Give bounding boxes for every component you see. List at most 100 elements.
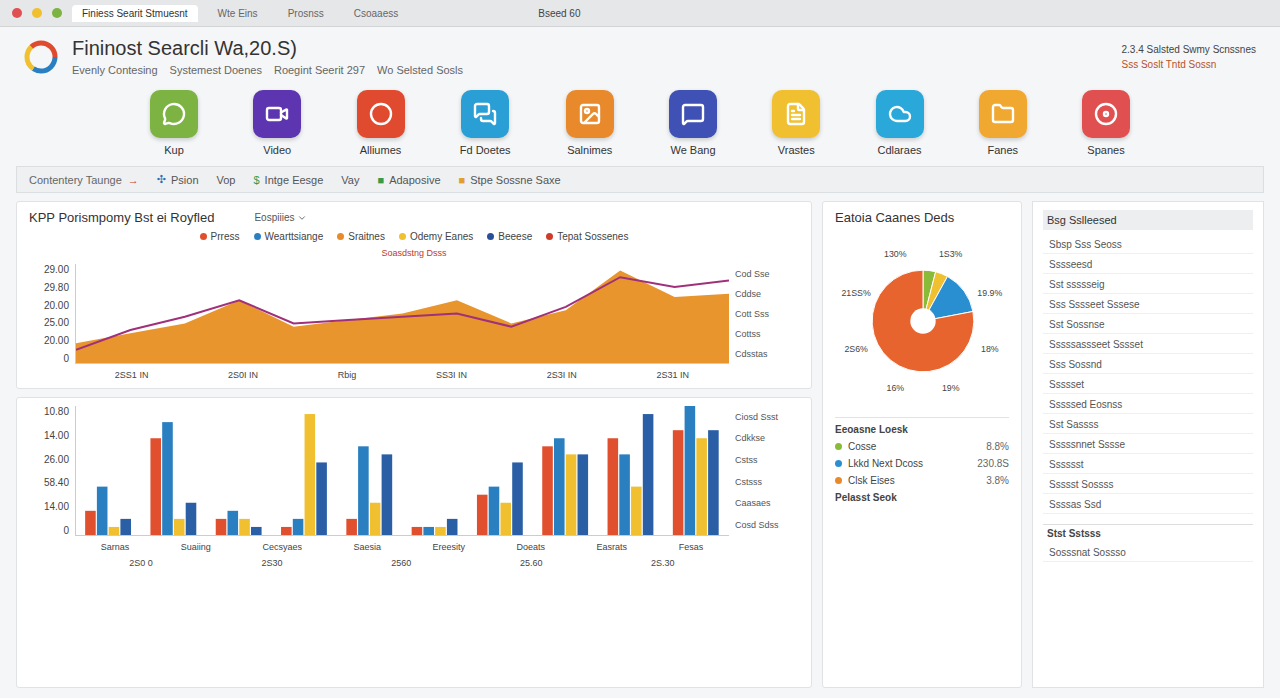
pie-label: 16% xyxy=(887,383,905,393)
browser-tab[interactable]: Finiess Searit Stmuesnt xyxy=(72,5,198,22)
sidebar-item[interactable]: Sbsp Sss Seoss xyxy=(1043,236,1253,254)
app-tile[interactable]: Alliumes xyxy=(357,90,405,156)
sidebar-item[interactable]: Sssssed Eosnss xyxy=(1043,396,1253,414)
bar xyxy=(489,487,500,535)
sidebar-item[interactable]: Ssssset xyxy=(1043,376,1253,394)
chart-title: KPP Porismpomy Bst ei Royfled xyxy=(29,210,214,225)
sidebar-item[interactable]: Sssseesd xyxy=(1043,256,1253,274)
chart-legend: PrressWearttsiangeSraitnesOdemy EanesBee… xyxy=(29,231,799,242)
app-icon xyxy=(888,102,912,126)
app-tile[interactable]: Vrastes xyxy=(772,90,820,156)
bar xyxy=(281,527,292,535)
pie-chart: 1S3%19.9%18%19%16%2S6%21SS%130% xyxy=(835,231,1011,411)
pie-label: 21SS% xyxy=(841,288,871,298)
close-icon[interactable] xyxy=(12,8,22,18)
bar xyxy=(97,487,108,535)
app-tile[interactable]: Kup xyxy=(150,90,198,156)
legend-row: Lkkd Next Dcoss230.8S xyxy=(835,458,1009,469)
pie-label: 18% xyxy=(981,344,999,354)
sidebar-item[interactable]: Sosssnat Sossso xyxy=(1043,544,1253,562)
window-title: Bseed 60 xyxy=(538,8,580,19)
app-icon xyxy=(784,102,808,126)
app-tile[interactable]: Spanes xyxy=(1082,90,1130,156)
sidebar-item[interactable]: Sst ssssseig xyxy=(1043,276,1253,294)
app-title: Fininost Searcli Wa,20.S) xyxy=(72,37,463,60)
pie-legend: Eeoasne LoeskCosse8.8%Lkkd Next Dcoss230… xyxy=(835,417,1009,503)
bar xyxy=(435,527,446,535)
sidebar-item[interactable]: Sss Sssseet Sssese xyxy=(1043,296,1253,314)
browser-tab[interactable]: Csoaaess xyxy=(344,5,408,22)
pie-label: 2S6% xyxy=(844,344,868,354)
apps-row: Kup Video Alliumes Fd Doetes Salnimes We Bang… xyxy=(0,82,1280,166)
legend-item: Tepat Sossenes xyxy=(546,231,628,242)
breadcrumb[interactable]: Systemest Doenes xyxy=(170,64,262,76)
sidebar-item[interactable]: Ssssst Sossss xyxy=(1043,476,1253,494)
pie-title: Eatoia Caanes Deds xyxy=(835,210,1009,225)
dashboard-page: Finiess Searit Stmuesnt Wte Eins Prosnss Cs… xyxy=(0,0,1280,698)
app-tile[interactable]: Salnimes xyxy=(566,90,614,156)
pie-slice xyxy=(872,270,974,372)
app-tile[interactable]: Fanes xyxy=(979,90,1027,156)
logo-icon xyxy=(24,40,58,74)
bar xyxy=(316,462,327,535)
filter-dropdown[interactable]: Eospiiies xyxy=(254,212,307,223)
minimize-icon[interactable] xyxy=(32,8,42,18)
bar xyxy=(305,414,316,535)
pie-label: 130% xyxy=(884,249,907,259)
bar xyxy=(578,454,589,535)
bar xyxy=(370,503,381,535)
app-tile[interactable]: We Bang xyxy=(669,90,717,156)
bar xyxy=(554,438,565,535)
toolbar-item[interactable]: Vay xyxy=(341,174,359,186)
app-icon xyxy=(578,102,602,126)
app-tile[interactable]: Video xyxy=(253,90,301,156)
sidebar-section: Stst Sstsss xyxy=(1043,524,1253,542)
legend-row: Cosse8.8% xyxy=(835,441,1009,452)
bar xyxy=(673,430,684,535)
plot-area xyxy=(75,264,729,364)
app-icon xyxy=(473,102,497,126)
plot-area xyxy=(75,406,729,536)
sidebar-item[interactable]: Sst Sassss xyxy=(1043,416,1253,434)
breadcrumb[interactable]: Roegint Seerit 297 xyxy=(274,64,365,76)
sidebar-item[interactable]: Ssssas Ssd xyxy=(1043,496,1253,514)
bar xyxy=(216,519,227,535)
bar-chart xyxy=(76,406,729,535)
bar xyxy=(423,527,434,535)
side-labels: Cod SseCddseCott SssCottssCdsstas xyxy=(735,264,799,364)
legend-item: Sraitnes xyxy=(337,231,385,242)
bar xyxy=(186,503,197,535)
sidebar-item[interactable]: Sst Sossnse xyxy=(1043,316,1253,334)
bar xyxy=(85,511,96,535)
pie-panel: Eatoia Caanes Deds1S3%19.9%18%19%16%2S6%… xyxy=(822,201,1022,688)
breadcrumb[interactable]: Wo Selsted Sosls xyxy=(377,64,463,76)
maximize-icon[interactable] xyxy=(52,8,62,18)
bar xyxy=(251,527,262,535)
y-axis: 29.0029.8020.0025.0020.000 xyxy=(29,264,69,364)
toolbar-item[interactable]: $Intge Eesge xyxy=(253,174,323,186)
sidebar-item[interactable]: Sssssnnet Sssse xyxy=(1043,436,1253,454)
app-icon xyxy=(265,102,289,126)
app-icon xyxy=(162,102,186,126)
app-tile[interactable]: Cdlaraes xyxy=(876,90,924,156)
bar xyxy=(512,462,523,535)
bar xyxy=(293,519,304,535)
breadcrumb[interactable]: Evenly Contesing xyxy=(72,64,158,76)
x-axis: 2SS1 IN2S0I INRbigSS3I IN2S3I IN2S31 IN xyxy=(75,370,729,380)
browser-tab[interactable]: Prosnss xyxy=(278,5,334,22)
line-series xyxy=(76,277,729,350)
toolbar-item[interactable]: ■Adaposive xyxy=(377,174,440,186)
bar xyxy=(685,406,696,535)
sidebar-item[interactable]: Sss Sossnd xyxy=(1043,356,1253,374)
bar xyxy=(708,430,719,535)
app-tile[interactable]: Fd Doetes xyxy=(460,90,511,156)
bar xyxy=(643,414,654,535)
toolbar-item[interactable]: ■Stpe Sossne Saxe xyxy=(459,174,561,186)
browser-tab[interactable]: Wte Eins xyxy=(208,5,268,22)
bar xyxy=(542,446,553,535)
sidebar-item[interactable]: Sssssst xyxy=(1043,456,1253,474)
bar-chart-panel: 10.8014.0026.0058.4014.000Ciosd SsstCdkk… xyxy=(16,397,812,688)
toolbar-item[interactable]: Vop xyxy=(217,174,236,186)
sidebar-item[interactable]: Sssssassseet Sssset xyxy=(1043,336,1253,354)
toolbar-item[interactable]: ✣Psion xyxy=(157,173,199,186)
